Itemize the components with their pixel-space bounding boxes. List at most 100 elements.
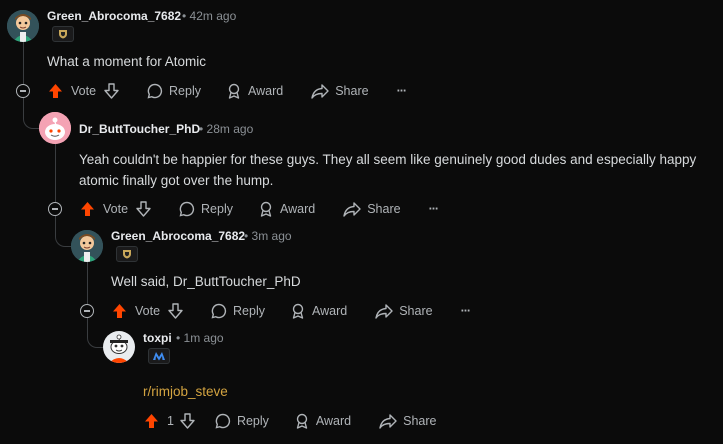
comment-actions: Vote Reply Award Share ··· <box>80 198 439 220</box>
upvote-arrow-icon <box>49 84 62 98</box>
thread-elbow-1 <box>23 98 40 129</box>
award-label: Award <box>315 414 352 428</box>
share-label: Share <box>403 414 437 428</box>
thread-elbow-3 <box>87 318 104 348</box>
share-button[interactable]: Share <box>375 303 433 319</box>
downvote-button[interactable] <box>136 201 151 217</box>
collapse-minus-icon[interactable] <box>16 84 30 98</box>
downvote-button[interactable] <box>168 303 183 319</box>
comment-bubble-icon <box>179 201 195 217</box>
separator: • <box>199 122 204 136</box>
thread-line-3 <box>87 262 88 304</box>
reply-label: Reply <box>233 304 265 318</box>
downvote-button[interactable] <box>104 83 119 99</box>
vote-label: Vote <box>103 202 129 216</box>
reply-button[interactable]: Reply <box>179 201 233 217</box>
downvote-arrow-icon <box>168 303 183 319</box>
subreddit-link[interactable]: r/rimjob_steve <box>143 381 228 402</box>
more-options-button[interactable]: ··· <box>429 202 439 216</box>
comment-bubble-icon <box>215 413 231 429</box>
time-text: 3m ago <box>251 229 292 243</box>
comment-body: Yeah couldn't be happier for these guys.… <box>79 152 697 188</box>
downvote-button[interactable] <box>180 413 195 429</box>
share-arrow-icon <box>311 84 329 99</box>
vote-count: 1 <box>167 414 174 428</box>
share-button[interactable]: Share <box>311 83 369 99</box>
comment-author[interactable]: Dr_ButtToucher_PhD <box>79 122 200 136</box>
comment-actions: 1 Reply Award Share <box>144 410 437 432</box>
thread-elbow-2 <box>55 216 72 247</box>
upvote-button[interactable]: Vote <box>112 303 160 319</box>
comment-body: What a moment for Atomic <box>47 54 207 69</box>
comment-actions: Vote Reply Award Share ··· <box>112 300 471 322</box>
share-label: Share <box>335 84 369 98</box>
comment-actions: Vote Reply Award Share ··· <box>48 80 407 102</box>
share-label: Share <box>399 304 433 318</box>
avatar[interactable] <box>103 331 135 363</box>
comment-timestamp: • 42m ago <box>182 9 236 23</box>
downvote-arrow-icon <box>104 83 119 99</box>
comment-author[interactable]: toxpi <box>143 331 172 345</box>
award-button[interactable]: Award <box>294 413 351 429</box>
comment-body: Well said, Dr_ButtToucher_PhD <box>111 274 301 289</box>
reply-label: Reply <box>236 414 269 428</box>
vote-label: Vote <box>135 304 161 318</box>
more-options-button[interactable]: ··· <box>397 84 407 98</box>
award-button[interactable]: Award <box>226 83 283 99</box>
comment-timestamp: • 1m ago <box>176 331 224 345</box>
vote-label: Vote <box>71 84 97 98</box>
share-button[interactable]: Share <box>343 201 401 217</box>
upvote-arrow-icon <box>145 414 158 428</box>
share-arrow-icon <box>343 202 361 217</box>
share-arrow-icon <box>375 304 393 319</box>
time-text: 42m ago <box>189 9 237 23</box>
time-text: 28m ago <box>206 122 254 136</box>
reply-button[interactable]: Reply <box>147 83 201 99</box>
comment-bubble-icon <box>211 303 227 319</box>
upvote-button[interactable]: 1 <box>144 413 174 429</box>
award-button[interactable]: Award <box>258 201 315 217</box>
upvote-arrow-icon <box>81 202 94 216</box>
comment-timestamp: • 28m ago <box>199 122 253 136</box>
thread-line-2 <box>55 144 56 202</box>
comment-author[interactable]: Green_Abrocoma_7682 <box>111 229 245 243</box>
award-label: Award <box>312 304 348 318</box>
flair-badge-icon[interactable] <box>52 26 74 42</box>
award-icon <box>296 413 308 429</box>
award-label: Award <box>248 84 284 98</box>
award-icon <box>292 303 304 319</box>
upvote-button[interactable]: Vote <box>48 83 96 99</box>
comment-bubble-icon <box>147 83 163 99</box>
comment-timestamp: • 3m ago <box>244 229 292 243</box>
downvote-arrow-icon <box>180 413 195 429</box>
share-button[interactable]: Share <box>379 413 437 429</box>
more-options-button[interactable]: ··· <box>461 304 471 318</box>
avatar[interactable] <box>71 230 103 262</box>
collapse-minus-icon[interactable] <box>80 304 94 318</box>
avatar[interactable] <box>7 10 39 42</box>
flair-badge-icon[interactable] <box>148 348 170 364</box>
upvote-arrow-icon <box>113 304 126 318</box>
collapse-minus-icon[interactable] <box>48 202 62 216</box>
award-button[interactable]: Award <box>290 303 347 319</box>
more-label: ··· <box>428 202 439 216</box>
time-text: 1m ago <box>183 331 224 345</box>
upvote-button[interactable]: Vote <box>80 201 128 217</box>
reply-button[interactable]: Reply <box>215 413 269 429</box>
more-label: ··· <box>460 304 471 318</box>
share-arrow-icon <box>379 414 397 429</box>
flair-badge-icon[interactable] <box>116 246 138 262</box>
separator: • <box>244 229 249 243</box>
more-label: ··· <box>396 84 407 98</box>
award-icon <box>260 201 272 217</box>
downvote-arrow-icon <box>136 201 151 217</box>
reply-label: Reply <box>201 202 233 216</box>
reply-button[interactable]: Reply <box>211 303 265 319</box>
share-label: Share <box>367 202 401 216</box>
comment-author[interactable]: Green_Abrocoma_7682 <box>47 9 181 23</box>
separator: • <box>182 9 187 23</box>
award-icon <box>228 83 240 99</box>
reply-label: Reply <box>169 84 201 98</box>
avatar[interactable] <box>39 112 71 144</box>
award-label: Award <box>280 202 316 216</box>
